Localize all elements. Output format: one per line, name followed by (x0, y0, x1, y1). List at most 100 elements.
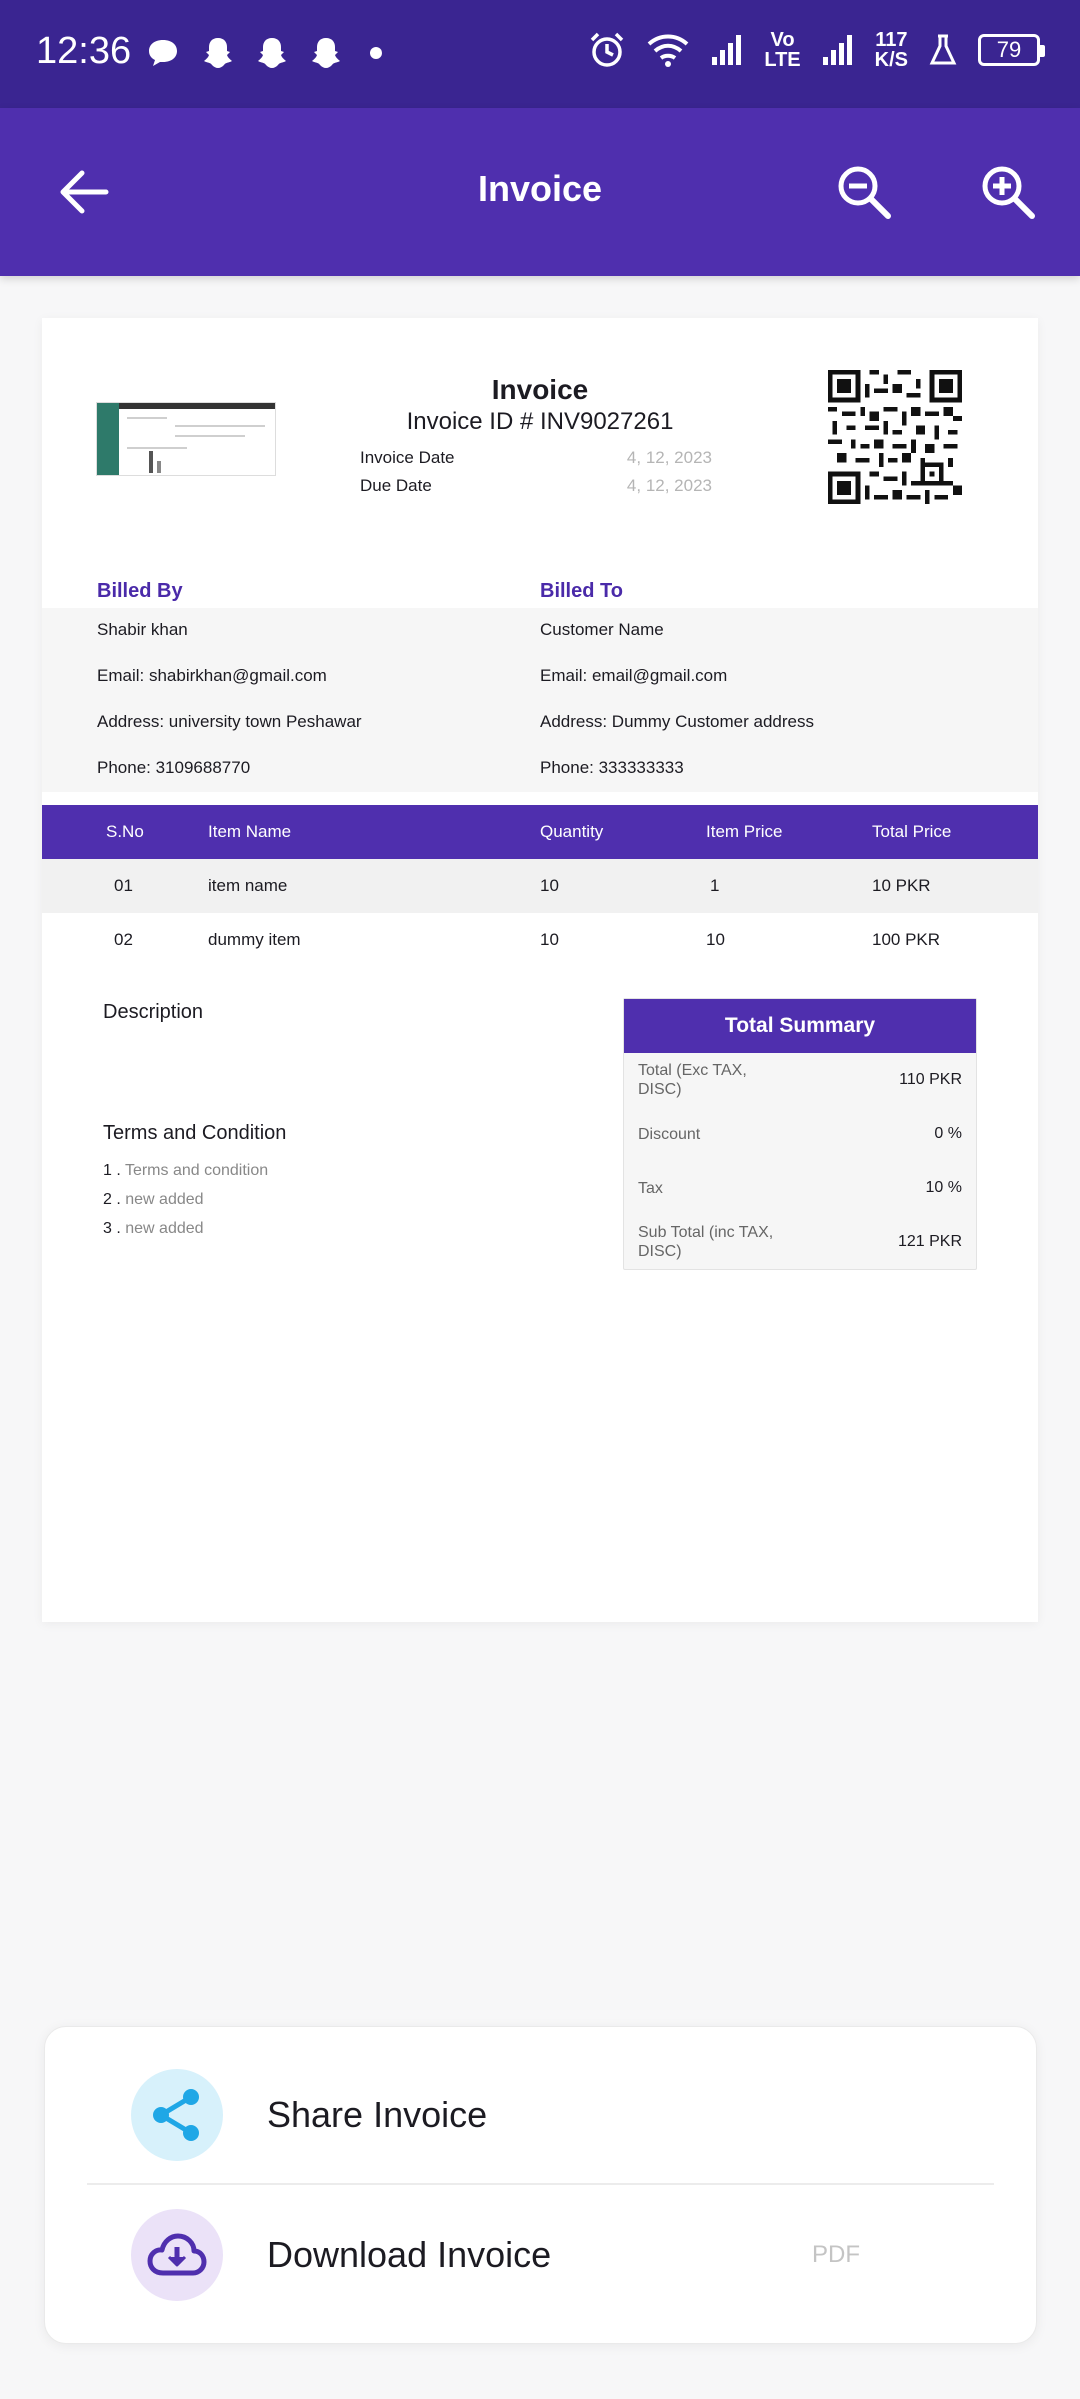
table-row: 02 dummy item 10 10 100 PKR (42, 913, 1038, 967)
terms-item-text: new added (125, 1220, 204, 1237)
speed-unit: K/S (874, 49, 908, 71)
column-header: Item Price (706, 822, 783, 841)
table-cell: item name (208, 876, 288, 895)
billed-by-header: Billed By (97, 580, 183, 602)
download-icon-circle (131, 2209, 223, 2301)
share-icon (153, 2089, 199, 2141)
notification-icons (146, 36, 388, 70)
share-invoice-button[interactable]: Share Invoice (45, 2045, 1038, 2185)
invoice-dates: Invoice Date 4, 12, 2023 Due Date 4, 12,… (360, 444, 712, 500)
billed-to-phone: Phone: 333333333 (540, 758, 684, 777)
alarm-icon (591, 32, 624, 67)
invoice-header: Invoice Invoice ID # INV9027261 Invoice … (42, 318, 1038, 558)
invoice-date-value: 4, 12, 2023 (626, 448, 712, 467)
invoice-actions-sheet: Share Invoice Download Invoice PDF (44, 2026, 1037, 2344)
table-cell: 100 PKR (872, 930, 941, 949)
billed-to-name: Customer Name (540, 620, 664, 639)
dot-icon (370, 47, 382, 59)
signal-icon (822, 35, 852, 65)
terms-item-number: 3 . (103, 1220, 121, 1237)
network-speed: 117 K/S (875, 30, 908, 70)
total-summary: Total Summary Total (Exc TAX, DISC) 110 … (623, 998, 977, 1270)
due-date-label: Due Date (360, 476, 432, 495)
app-bar: Invoice (0, 108, 1080, 276)
billed-to-email: Email: email@gmail.com (540, 666, 728, 685)
snapchat-icon (258, 38, 286, 68)
terms-item-text: Terms and condition (124, 1162, 269, 1179)
snapchat-icon (204, 38, 232, 68)
table-cell: 10 (540, 876, 559, 895)
download-invoice-button[interactable]: Download Invoice PDF (45, 2185, 1038, 2325)
invoice-date-row: Invoice Date 4, 12, 2023 (360, 444, 712, 472)
items-table-header: S.No Item Name Quantity Item Price Total… (42, 805, 1038, 859)
summary-row: Tax 10 % (638, 1161, 962, 1215)
status-bar: 12:36 Vo LTE 117 K/S 79 (0, 0, 1080, 108)
summary-row: Total (Exc TAX, DISC) 110 PKR (638, 1053, 962, 1107)
table-cell: 1 (710, 876, 720, 895)
due-date-row: Due Date 4, 12, 2023 (360, 472, 712, 500)
summary-value: 110 PKR (899, 1071, 962, 1088)
summary-value: 0 % (934, 1125, 962, 1142)
billed-by-phone: Phone: 3109688770 (97, 758, 251, 777)
table-cell: 01 (114, 876, 133, 895)
due-date-value: 4, 12, 2023 (626, 476, 712, 495)
table-cell: 02 (114, 930, 133, 949)
billing-details: Shabir khan Email: shabirkhan@gmail.com … (42, 608, 1038, 792)
summary-value: 10 % (925, 1179, 962, 1196)
list-item: 1 . Terms and condition (103, 1156, 268, 1185)
page-title: Invoice (477, 168, 603, 209)
billed-to-address: Address: Dummy Customer address (540, 712, 814, 731)
terms-list: 1 . Terms and condition 2 . new added 3 … (103, 1156, 268, 1243)
summary-row: Sub Total (inc TAX, DISC) 121 PKR (638, 1215, 962, 1269)
column-header: Quantity (540, 822, 604, 841)
column-header: Total Price (872, 822, 952, 841)
qr-code (828, 370, 962, 504)
summary-row: Discount 0 % (638, 1107, 962, 1161)
wifi-icon (648, 34, 689, 67)
snapchat-icon (312, 38, 340, 68)
billed-to-header: Billed To (540, 580, 623, 602)
column-header: S.No (106, 822, 144, 841)
invoice-document: Invoice Invoice ID # INV9027261 Invoice … (42, 318, 1038, 1622)
volte-label: Vo LTE (764, 30, 800, 70)
summary-label: Sub Total (inc TAX, DISC) (638, 1224, 774, 1260)
terms-item-text: new added (125, 1191, 204, 1208)
pdf-format-tag: PDF (812, 2241, 860, 2268)
table-cell: 10 PKR (872, 876, 931, 895)
list-item: 3 . new added (103, 1214, 268, 1243)
summary-value: 121 PKR (897, 1233, 962, 1250)
billed-by-email: Email: shabirkhan@gmail.com (97, 666, 327, 685)
invoice-date-label: Invoice Date (360, 448, 455, 467)
zoom-in-icon (982, 166, 1035, 219)
share-icon-circle (131, 2069, 223, 2161)
speed-value: 117 (875, 29, 908, 51)
billed-by-name: Shabir khan (97, 620, 188, 639)
cloud-download-icon (147, 2233, 207, 2276)
terms-item-number: 2 . (103, 1191, 121, 1208)
column-header: Item Name (208, 822, 292, 841)
zoom-in-button[interactable] (976, 160, 1040, 224)
volte-bottom: LTE (764, 49, 801, 71)
signal-icon (712, 35, 742, 65)
description-label: Description (103, 1001, 204, 1023)
status-time: 12:36 (36, 30, 132, 72)
chat-bubble-icon (149, 40, 177, 66)
table-cell: 10 (540, 930, 559, 949)
table-cell: 10 (706, 930, 725, 949)
volte-top: Vo (770, 29, 795, 51)
terms-item-number: 1 . (103, 1162, 121, 1179)
summary-label: Total (Exc TAX, DISC) (638, 1062, 747, 1098)
summary-title: Total Summary (624, 999, 976, 1053)
battery-indicator: 79 (978, 34, 1045, 66)
billed-by-address: Address: university town Peshawar (97, 712, 362, 731)
list-item: 2 . new added (103, 1185, 268, 1214)
table-row: 01 item name 10 1 10 PKR (42, 859, 1038, 913)
zoom-out-button[interactable] (832, 160, 896, 224)
system-icons: Vo LTE 117 K/S 79 (588, 30, 1045, 70)
share-invoice-label: Share Invoice (267, 2094, 488, 2135)
summary-label: Discount (638, 1125, 701, 1143)
download-invoice-label: Download Invoice (267, 2234, 552, 2275)
flask-icon (929, 34, 957, 65)
table-cell: dummy item (208, 930, 301, 949)
terms-title: Terms and Condition (103, 1122, 287, 1144)
